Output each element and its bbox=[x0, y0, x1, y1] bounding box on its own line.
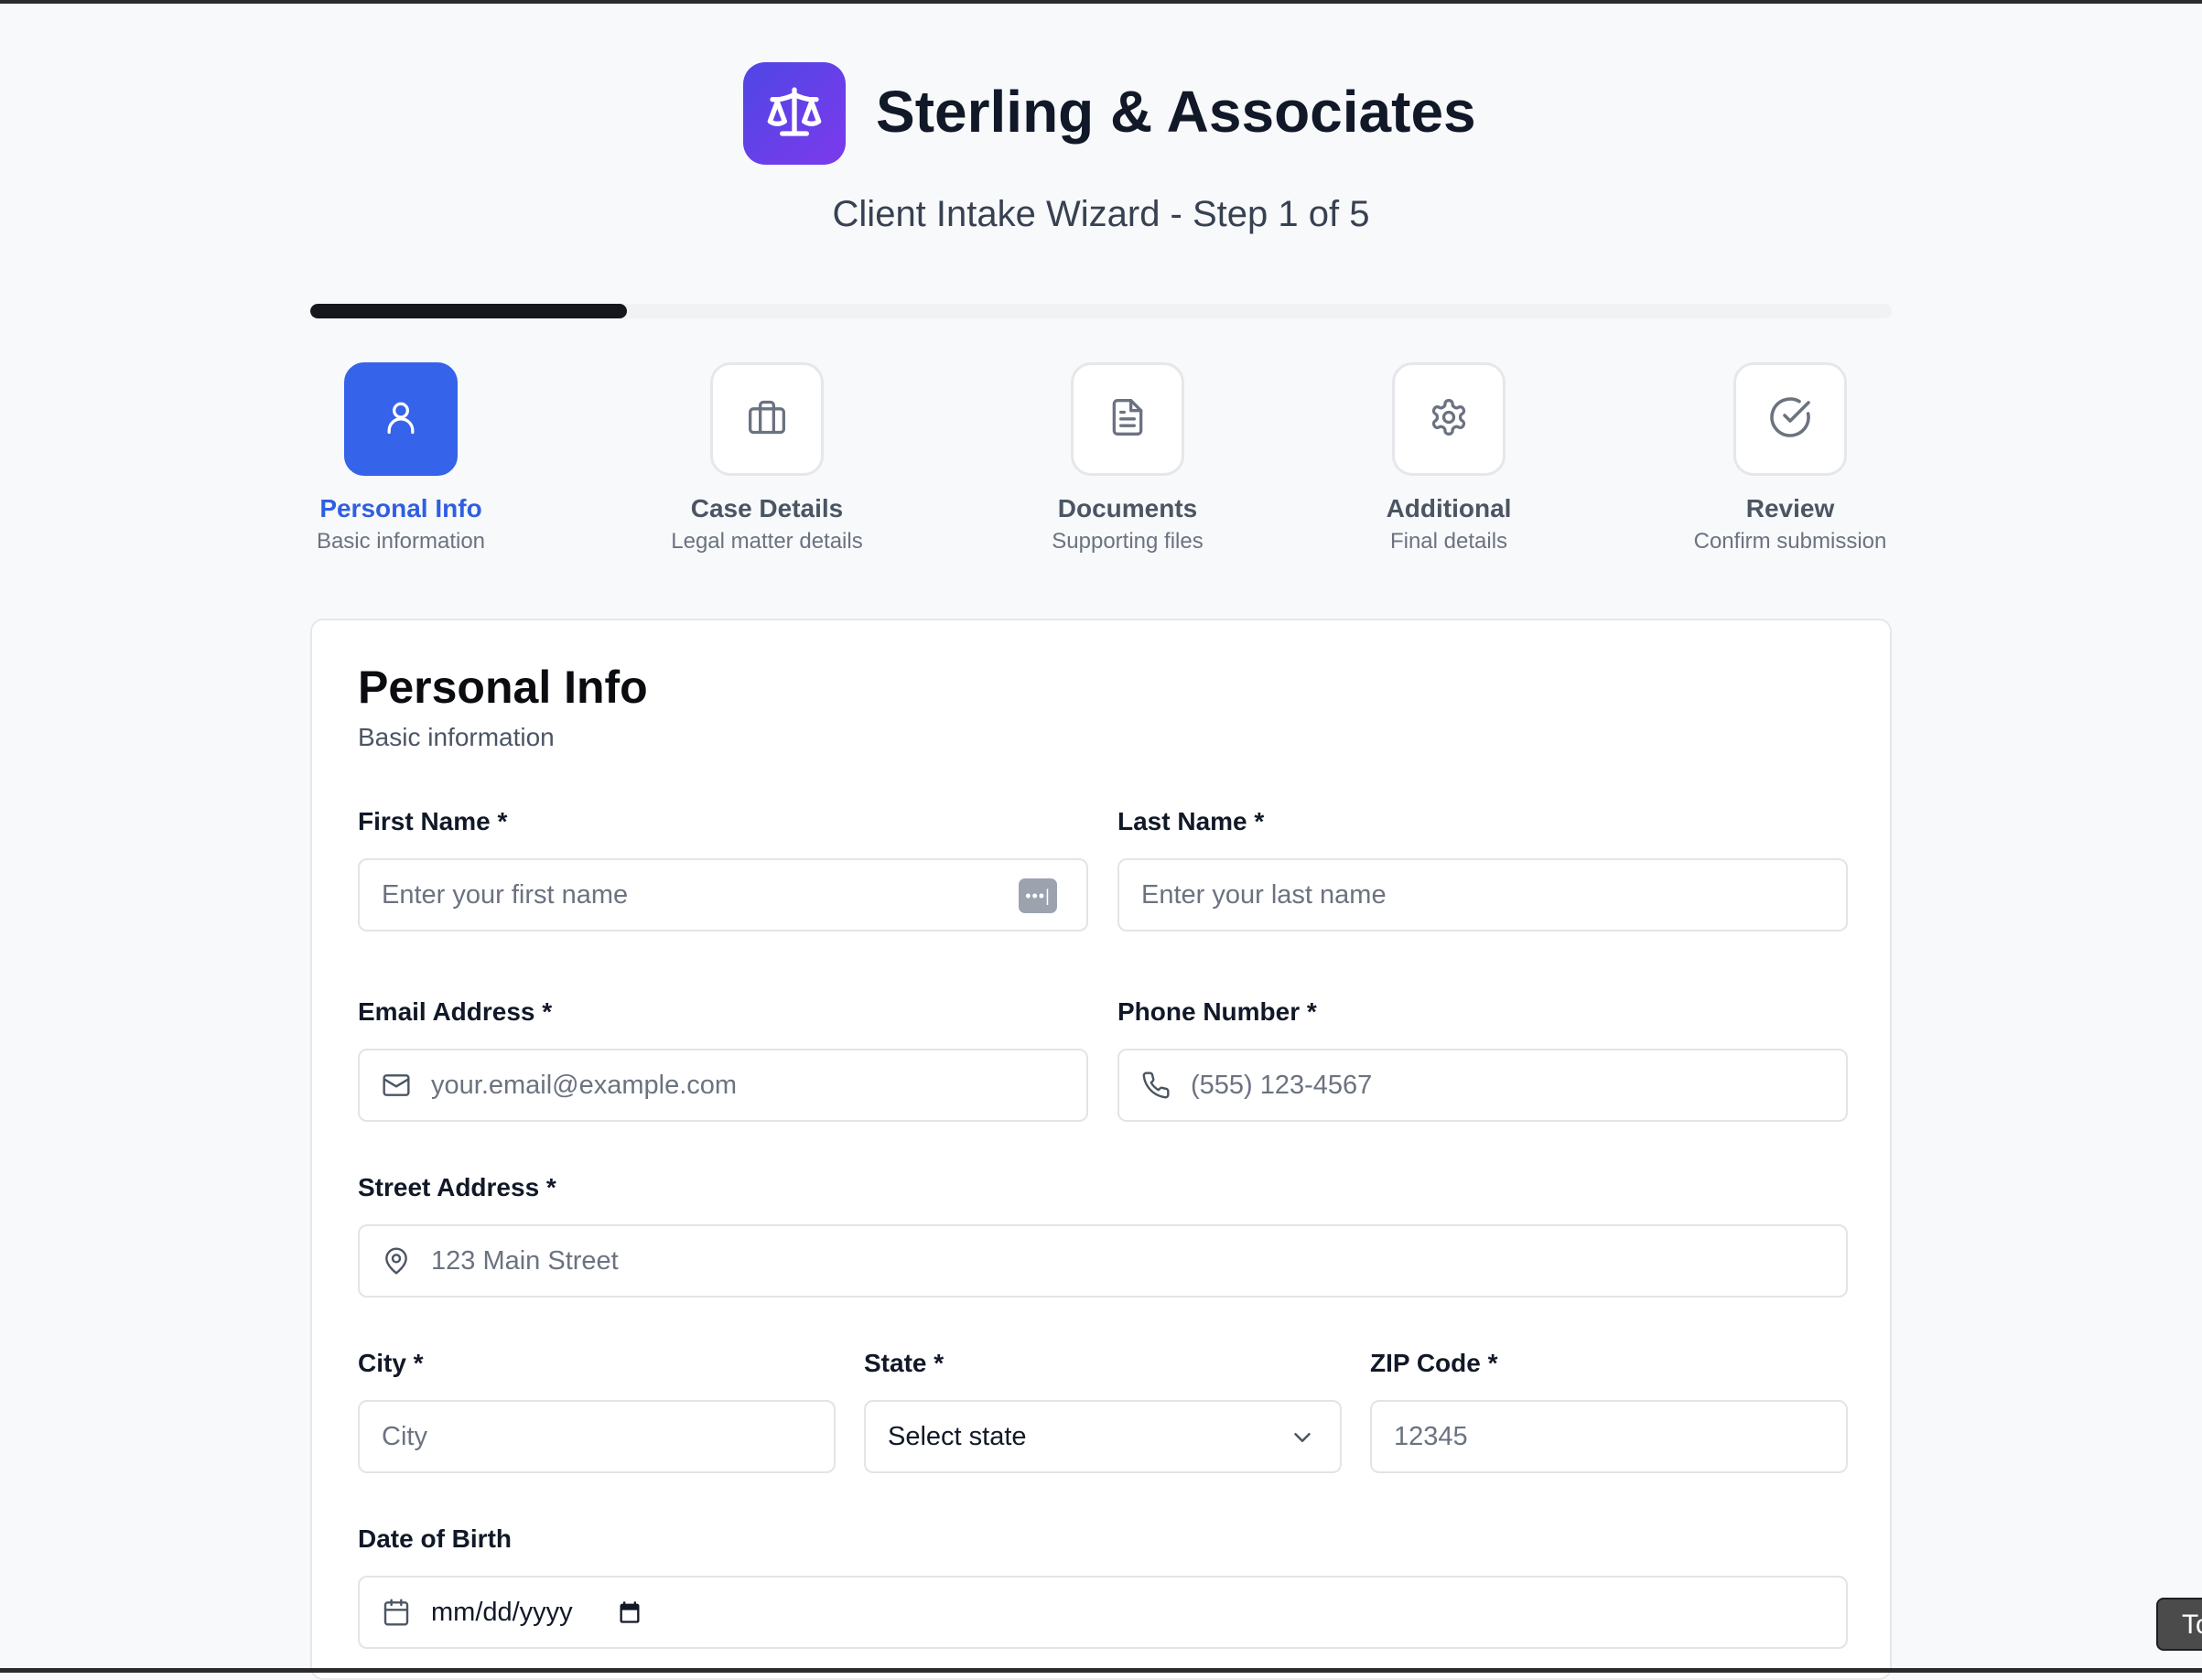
step-icon-box bbox=[1071, 362, 1184, 476]
email-field[interactable]: your.email@example.com bbox=[358, 1049, 1088, 1122]
form-subtitle: Basic information bbox=[358, 723, 555, 751]
first-name-field[interactable]: Enter your first name •••| bbox=[358, 858, 1088, 932]
step-review[interactable]: Review Confirm submission bbox=[1653, 362, 1927, 555]
step-documents[interactable]: Documents Supporting files bbox=[990, 362, 1265, 555]
briefcase-icon bbox=[747, 397, 787, 442]
phone-placeholder: (555) 123-4567 bbox=[1191, 1070, 1373, 1100]
step-icon-box bbox=[710, 362, 824, 476]
state-label: State * bbox=[864, 1349, 944, 1377]
dob-label: Date of Birth bbox=[358, 1524, 512, 1553]
map-pin-icon bbox=[382, 1246, 411, 1276]
form-card: Personal Info Basic information First Na… bbox=[310, 619, 1892, 1680]
phone-icon bbox=[1141, 1071, 1171, 1100]
step-title: Additional bbox=[1386, 494, 1512, 522]
progress-fill bbox=[310, 304, 627, 318]
city-field[interactable]: City bbox=[358, 1400, 836, 1473]
window-bottom-border bbox=[0, 1668, 2202, 1673]
street-label: Street Address * bbox=[358, 1173, 556, 1201]
step-title: Documents bbox=[1057, 494, 1198, 522]
step-case-details[interactable]: Case Details Legal matter details bbox=[630, 362, 904, 555]
user-icon bbox=[381, 397, 421, 442]
last-name-field[interactable]: Enter your last name bbox=[1117, 858, 1848, 932]
city-placeholder: City bbox=[382, 1421, 427, 1451]
zip-field[interactable]: 12345 bbox=[1370, 1400, 1848, 1473]
zip-placeholder: 12345 bbox=[1394, 1421, 1468, 1451]
first-name-label: First Name * bbox=[358, 807, 508, 835]
step-desc: Final details bbox=[1389, 529, 1508, 554]
city-label: City * bbox=[358, 1349, 424, 1377]
step-title: Case Details bbox=[690, 494, 844, 522]
window-top-border bbox=[0, 0, 2202, 4]
brand-name: Sterling & Associates bbox=[876, 79, 1476, 145]
calendar-icon bbox=[382, 1598, 411, 1627]
step-desc: Confirm submission bbox=[1693, 529, 1887, 554]
check-circle-icon bbox=[1768, 395, 1812, 444]
password-manager-icon[interactable]: •••| bbox=[1019, 878, 1057, 913]
step-icon-box bbox=[344, 362, 458, 476]
mail-icon bbox=[382, 1071, 411, 1100]
dob-placeholder: mm/dd/yyyy bbox=[431, 1597, 573, 1627]
dob-field[interactable]: mm/dd/yyyy bbox=[358, 1576, 1848, 1649]
zip-label: ZIP Code * bbox=[1370, 1349, 1498, 1377]
step-personal-info[interactable]: Personal Info Basic information bbox=[264, 362, 538, 555]
step-desc: Supporting files bbox=[1052, 529, 1204, 554]
file-text-icon bbox=[1107, 397, 1148, 442]
step-icon-box bbox=[1733, 362, 1847, 476]
state-select[interactable]: Select state bbox=[864, 1400, 1342, 1473]
phone-label: Phone Number * bbox=[1117, 997, 1317, 1026]
scale-icon bbox=[765, 82, 824, 145]
step-desc: Legal matter details bbox=[671, 529, 863, 554]
last-name-placeholder: Enter your last name bbox=[1141, 879, 1387, 910]
corner-tab[interactable]: To bbox=[2156, 1598, 2202, 1651]
form-title: Personal Info bbox=[358, 662, 648, 713]
progress-bar bbox=[310, 304, 1892, 318]
first-name-placeholder: Enter your first name bbox=[382, 879, 629, 910]
step-additional[interactable]: Additional Final details bbox=[1311, 362, 1586, 555]
email-label: Email Address * bbox=[358, 997, 553, 1026]
street-field[interactable]: 123 Main Street bbox=[358, 1224, 1848, 1298]
step-title: Review bbox=[1745, 494, 1835, 522]
date-picker-icon[interactable] bbox=[617, 1599, 642, 1625]
state-selected: Select state bbox=[888, 1421, 1027, 1451]
logo bbox=[743, 62, 846, 165]
email-placeholder: your.email@example.com bbox=[431, 1070, 738, 1100]
wizard-subtitle: Client Intake Wizard - Step 1 of 5 bbox=[832, 194, 1370, 234]
street-placeholder: 123 Main Street bbox=[431, 1245, 619, 1276]
gear-icon bbox=[1429, 397, 1469, 442]
phone-field[interactable]: (555) 123-4567 bbox=[1117, 1049, 1848, 1122]
step-title: Personal Info bbox=[319, 494, 482, 522]
step-desc: Basic information bbox=[316, 529, 486, 554]
last-name-label: Last Name * bbox=[1117, 807, 1265, 835]
chevron-down-icon bbox=[1289, 1424, 1316, 1456]
step-icon-box bbox=[1392, 362, 1506, 476]
